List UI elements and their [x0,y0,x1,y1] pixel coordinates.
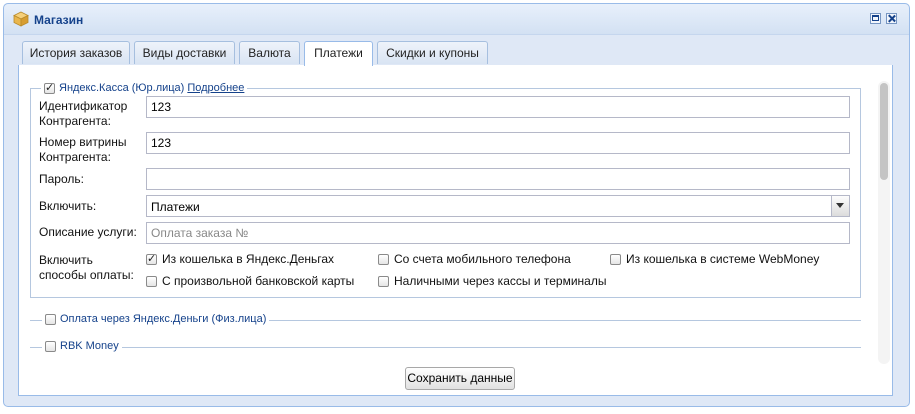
method-mobile-checkbox[interactable] [378,253,389,265]
yandex-money-checkbox[interactable] [45,313,56,325]
enable-label: Включить: [39,199,97,213]
tab-order-history[interactable]: История заказов [22,41,130,64]
method-webmoney-checkbox[interactable] [610,253,621,265]
tab-discounts-coupons[interactable]: Скидки и купоны [377,41,488,64]
showcase-label-1: Номер витрины [39,135,127,149]
yandex-kassa-checkbox[interactable] [44,81,55,94]
contractor-id-label-1: Идентификатор [39,99,128,113]
chevron-down-icon[interactable] [831,196,849,216]
section-divider [30,347,861,348]
methods-label-2: способы оплаты: [39,268,134,282]
tab-payments[interactable]: Платежи [304,41,373,66]
enable-select-value: Платежи [151,200,200,214]
window-titlebar[interactable]: Магазин [4,4,909,35]
yandex-kassa-fieldset [30,88,861,298]
method-webmoney[interactable]: Из кошелька в системе WebMoney [610,252,819,266]
description-label: Описание услуги: [39,225,137,239]
save-button[interactable]: Сохранить данные [405,367,515,390]
method-yandex-wallet-checkbox[interactable] [146,252,157,265]
contractor-id-input[interactable]: 123 [146,96,850,118]
password-input[interactable] [146,168,850,190]
close-icon[interactable] [886,13,897,24]
window-title: Магазин [34,13,84,27]
tab-strip: История заказов Виды доставки Валюта Пла… [18,41,893,66]
scrollbar-thumb[interactable] [880,83,888,180]
rbk-money-legend: RBK Money [42,340,122,352]
enable-select[interactable]: Платежи [146,195,850,217]
showcase-input[interactable]: 123 [146,132,850,154]
tab-delivery-types[interactable]: Виды доставки [134,41,235,64]
methods-label-1: Включить [39,253,93,267]
method-bank-card-checkbox[interactable] [146,275,157,287]
maximize-icon[interactable] [870,13,881,24]
method-mobile[interactable]: Со счета мобильного телефона [378,252,571,266]
method-bank-card[interactable]: С произвольной банковской карты [146,274,354,288]
password-label: Пароль: [39,172,84,186]
yandex-money-legend: Оплата через Яндекс.Деньги (Физ.лица) [42,313,270,325]
shop-window: Магазин История заказов Виды доставки Ва… [3,3,910,407]
yandex-kassa-legend: Яндекс.Касса (Юр.лица) Подробнее [41,81,248,95]
method-yandex-wallet[interactable]: Из кошелька в Яндекс.Деньгах [146,252,334,266]
yandex-money-section: Оплата через Яндекс.Деньги (Физ.лица) [30,313,861,327]
method-cash[interactable]: Наличными через кассы и терминалы [378,274,606,288]
method-cash-checkbox[interactable] [378,275,389,287]
yandex-kassa-title: Яндекс.Касса (Юр.лица) [59,82,185,94]
contractor-id-label-2: Контрагента: [39,114,111,128]
showcase-label-2: Контрагента: [39,150,111,164]
tab-currency[interactable]: Валюта [239,41,300,64]
rbk-money-section: RBK Money [30,340,861,354]
rbk-money-checkbox[interactable] [45,340,56,352]
vertical-scrollbar[interactable] [878,81,890,364]
description-input[interactable]: Оплата заказа № [146,222,850,244]
payments-panel: Яндекс.Касса (Юр.лица) Подробнее Идентиф… [18,65,893,396]
details-link[interactable]: Подробнее [187,82,244,94]
box-icon [13,11,29,27]
